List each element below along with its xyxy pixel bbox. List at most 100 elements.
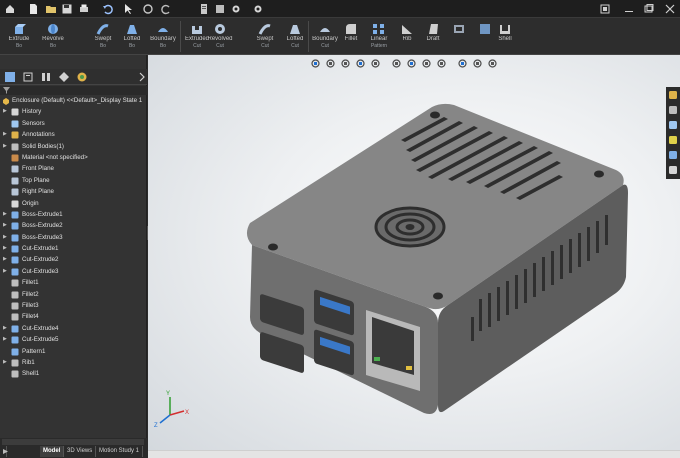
- select-icon[interactable]: [122, 3, 134, 15]
- tree-item-pattern1[interactable]: Pattern1: [0, 346, 147, 357]
- lofted-cut-button[interactable]: Lofted Cut: [280, 18, 310, 55]
- propertymanager-icon[interactable]: [22, 71, 34, 83]
- tree-item-annotations[interactable]: ▶ Annotations: [0, 129, 147, 140]
- file-explorer-icon[interactable]: [668, 120, 678, 130]
- model-tab[interactable]: [0, 446, 8, 457]
- tree-item-shell1[interactable]: Shell1: [0, 368, 147, 379]
- home-icon[interactable]: [4, 3, 16, 15]
- tree-item-boss-extrude1[interactable]: ▶ Boss-Extrude1: [0, 209, 147, 220]
- minimize-icon[interactable]: [622, 2, 636, 16]
- lofted-cut-sub: Cut: [291, 43, 299, 49]
- solidworks-resources-icon[interactable]: [668, 90, 678, 100]
- tree-item-front-plane[interactable]: Front Plane: [0, 163, 147, 174]
- swept-cut-button[interactable]: Swept Cut: [250, 18, 280, 55]
- linear-pattern-label: Linear: [370, 36, 388, 42]
- new-document-icon[interactable]: [27, 3, 39, 15]
- print-icon[interactable]: [78, 3, 90, 15]
- linear-pattern-button[interactable]: Linear Pattern: [364, 18, 394, 55]
- close-icon[interactable]: [663, 2, 677, 16]
- tree-item-label: Fillet2: [22, 290, 39, 298]
- tree-item-cut-extrude4[interactable]: ▶ Cut-Extrude4: [0, 323, 147, 334]
- lofted-cut-label: Lofted: [286, 36, 304, 42]
- tree-item-cut-extrude5[interactable]: ▶ Cut-Extrude5: [0, 334, 147, 345]
- swept-boss-button[interactable]: Swept Bo: [88, 18, 118, 55]
- horizontal-scrollbar[interactable]: [2, 439, 144, 445]
- tree-item-label: Sensors: [22, 119, 45, 127]
- swept-boss-sub: Bo: [99, 43, 107, 49]
- expand-arrow-icon[interactable]: ▶: [3, 220, 9, 231]
- options-icon[interactable]: [214, 3, 226, 15]
- boundary-boss-button[interactable]: Boundary Bo: [148, 18, 178, 55]
- lofted-boss-button[interactable]: Lofted Bo: [117, 18, 147, 55]
- tree-item-cut-extrude1[interactable]: ▶ Cut-Extrude1: [0, 243, 147, 254]
- extrude-button[interactable]: Extrude Bo: [4, 18, 34, 55]
- tree-item-history[interactable]: ▶ History: [0, 106, 147, 117]
- expand-arrow-icon[interactable]: ▶: [3, 232, 9, 243]
- design-library-icon[interactable]: [668, 105, 678, 115]
- enclosure-3d-model[interactable]: Y X Z: [148, 55, 680, 450]
- expand-arrow-icon[interactable]: ▶: [3, 106, 9, 117]
- save-icon[interactable]: [61, 3, 73, 15]
- display-manager-icon[interactable]: [76, 71, 88, 83]
- expand-arrow-icon[interactable]: ▶: [3, 141, 9, 152]
- tree-item-boss-extrude2[interactable]: ▶ Boss-Extrude2: [0, 220, 147, 231]
- tab-motion-study[interactable]: Motion Study 1: [96, 446, 144, 457]
- undo-icon[interactable]: [102, 3, 114, 15]
- tree-item-boss-extrude3[interactable]: ▶ Boss-Extrude3: [0, 232, 147, 243]
- expand-arrow-icon[interactable]: ▶: [3, 243, 9, 254]
- expand-arrow-icon[interactable]: ▶: [3, 254, 9, 265]
- maximize-icon[interactable]: [642, 2, 656, 16]
- expand-arrow-icon[interactable]: ▶: [3, 266, 9, 277]
- sensor-icon: [11, 120, 19, 128]
- tree-item-label: Rib1: [22, 358, 35, 366]
- appearances-icon[interactable]: [668, 150, 678, 160]
- expand-panel-icon[interactable]: [136, 71, 148, 83]
- viewport-scrollbar[interactable]: [148, 450, 680, 458]
- tree-item-origin[interactable]: Origin: [0, 198, 147, 209]
- tab-model[interactable]: Model: [40, 446, 65, 457]
- tab-3d-views[interactable]: 3D Views: [64, 446, 97, 457]
- custom-properties-icon[interactable]: [668, 165, 678, 175]
- expand-arrow-icon[interactable]: ▶: [3, 209, 9, 220]
- fillet-label: Fillet: [344, 36, 358, 42]
- expand-arrow-icon[interactable]: ▶: [3, 334, 9, 345]
- graphics-area[interactable]: Y X Z: [148, 55, 680, 458]
- tree-filter[interactable]: [0, 86, 147, 95]
- file-properties-icon[interactable]: [198, 3, 210, 15]
- tree-root-part[interactable]: Enclosure (Default) <<Default>_Display S…: [0, 95, 147, 106]
- tree-item-solid-bodies-1[interactable]: ▶ Solid Bodies(1): [0, 141, 147, 152]
- triad-z-label: Z: [154, 423, 158, 429]
- settings-gear-icon[interactable]: [230, 3, 242, 15]
- lofted-boss-sub: Bo: [128, 43, 136, 49]
- tree-item-fillet4[interactable]: Fillet4: [0, 311, 147, 322]
- open-folder-icon[interactable]: [45, 3, 57, 15]
- tree-item-sensors[interactable]: Sensors: [0, 118, 147, 129]
- tree-item-right-plane[interactable]: Right Plane: [0, 186, 147, 197]
- revolve-button[interactable]: Revolve Bo: [38, 18, 68, 55]
- tree-item-top-plane[interactable]: Top Plane: [0, 175, 147, 186]
- tree-item-label: Cut-Extrude4: [22, 324, 59, 332]
- fillet-button[interactable]: Fillet: [336, 18, 366, 55]
- tree-item-fillet2[interactable]: Fillet2: [0, 289, 147, 300]
- tree-item-label: Boss-Extrude2: [22, 222, 63, 230]
- dimxpert-icon[interactable]: [58, 71, 70, 83]
- revolved-cut-button[interactable]: Revolved Cut: [205, 18, 235, 55]
- expand-arrow-icon[interactable]: ▶: [3, 129, 9, 140]
- tree-item-fillet3[interactable]: Fillet3: [0, 300, 147, 311]
- tree-item-rib1[interactable]: ▶ Rib1: [0, 357, 147, 368]
- tree-item-cut-extrude3[interactable]: ▶ Cut-Extrude3: [0, 266, 147, 277]
- expand-arrow-icon[interactable]: ▶: [3, 323, 9, 334]
- featuremanager-tree-icon[interactable]: [4, 71, 16, 83]
- expand-arrow-icon[interactable]: ▶: [3, 357, 9, 368]
- tree-item-material-not-specified[interactable]: Material <not specified>: [0, 152, 147, 163]
- triad-y-label: Y: [166, 391, 170, 397]
- tree-item-cut-extrude2[interactable]: ▶ Cut-Extrude2: [0, 254, 147, 265]
- shell-button[interactable]: Shell: [490, 18, 520, 55]
- tree-item-fillet1[interactable]: Fillet1: [0, 277, 147, 288]
- redo-icon[interactable]: [160, 3, 172, 15]
- configurationmanager-icon[interactable]: [40, 71, 52, 83]
- rebuild-icon[interactable]: [142, 3, 154, 15]
- view-palette-icon[interactable]: [668, 135, 678, 145]
- restore-icon[interactable]: [598, 2, 612, 16]
- customize-gear-icon[interactable]: [252, 3, 264, 15]
